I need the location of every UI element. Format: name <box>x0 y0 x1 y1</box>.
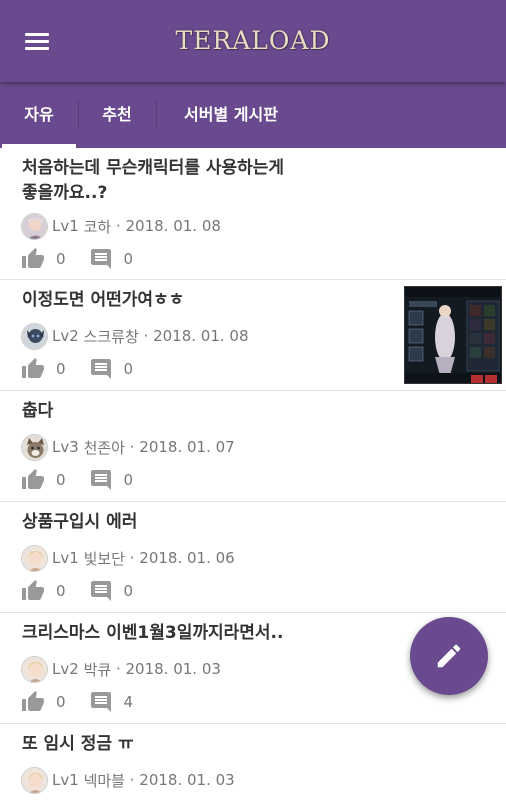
post-title: 처음하는데 무슨캐릭터를 사용하는게 좋을까요..? <box>22 158 285 203</box>
avatar <box>21 322 48 350</box>
avatar <box>21 766 48 794</box>
post-item[interactable]: 상품구입시 에러 Lv1 빛보단 · 2018. 01. 06 0 0 <box>0 502 506 613</box>
thumb-up-icon <box>22 580 44 600</box>
comment-icon <box>90 470 111 490</box>
post-stats: 0 0 <box>20 246 155 272</box>
post-list: 처음하는데 무슨캐릭터를 사용하는게 좋을까요..? Lv1 코하 · 2018… <box>0 148 506 800</box>
post-meta: Lv1 빛보단 · 2018. 01. 06 <box>21 544 235 572</box>
post-meta: Lv2 스크류창 · 2018. 01. 08 <box>21 322 249 350</box>
pencil-icon <box>437 644 461 668</box>
tab-bar: 자유 추천 서버별 게시판 <box>0 82 506 148</box>
post-title: 춥다 <box>22 401 54 421</box>
post-meta: Lv2 박큐 · 2018. 01. 03 <box>21 655 221 683</box>
tab-recommended[interactable]: 추천 <box>78 82 156 148</box>
thumb-up-icon <box>22 248 44 268</box>
comment-icon <box>90 581 111 601</box>
post-thumbnail[interactable] <box>404 286 502 384</box>
comment-icon <box>90 249 111 269</box>
post-meta: Lv1 넥마블 · 2018. 01. 03 <box>21 766 235 794</box>
post-title: 이정도면 어떤가여ㅎㅎ <box>22 290 185 310</box>
post-stats: 0 4 <box>20 689 155 715</box>
avatar <box>21 433 48 461</box>
post-title: 또 임시 정금 ㅠ <box>22 734 134 754</box>
post-meta: Lv1 코하 · 2018. 01. 08 <box>21 212 221 240</box>
write-post-button[interactable] <box>410 617 488 695</box>
avatar <box>21 655 48 683</box>
comment-icon <box>90 692 111 712</box>
avatar <box>21 212 48 240</box>
thumb-up-icon <box>22 469 44 489</box>
active-tab-indicator <box>2 144 76 148</box>
app-bar: TERALOAD <box>0 0 506 82</box>
post-item[interactable]: 춥다 Lv3 천존아 · 2018. 01. 07 0 0 <box>0 391 506 502</box>
app-logo: TERALOAD <box>175 26 331 55</box>
avatar <box>21 544 48 572</box>
post-stats: 0 0 <box>20 467 155 493</box>
post-title: 크리스마스 이벤1월3일까지라면서.. <box>22 623 284 643</box>
post-stats: 0 0 <box>20 356 155 382</box>
tab-free[interactable]: 자유 <box>0 82 78 148</box>
post-stats: 0 0 <box>20 578 155 604</box>
post-title: 상품구입시 에러 <box>22 512 138 532</box>
tab-server-board[interactable]: 서버별 게시판 <box>157 82 305 148</box>
comment-icon <box>90 359 111 379</box>
thumb-up-icon <box>22 691 44 711</box>
thumb-up-icon <box>22 358 44 378</box>
post-item[interactable]: 처음하는데 무슨캐릭터를 사용하는게 좋을까요..? Lv1 코하 · 2018… <box>0 148 506 280</box>
post-item[interactable]: 또 임시 정금 ㅠ Lv1 넥마블 · 2018. 01. 03 <box>0 724 506 800</box>
post-meta: Lv3 천존아 · 2018. 01. 07 <box>21 433 235 461</box>
